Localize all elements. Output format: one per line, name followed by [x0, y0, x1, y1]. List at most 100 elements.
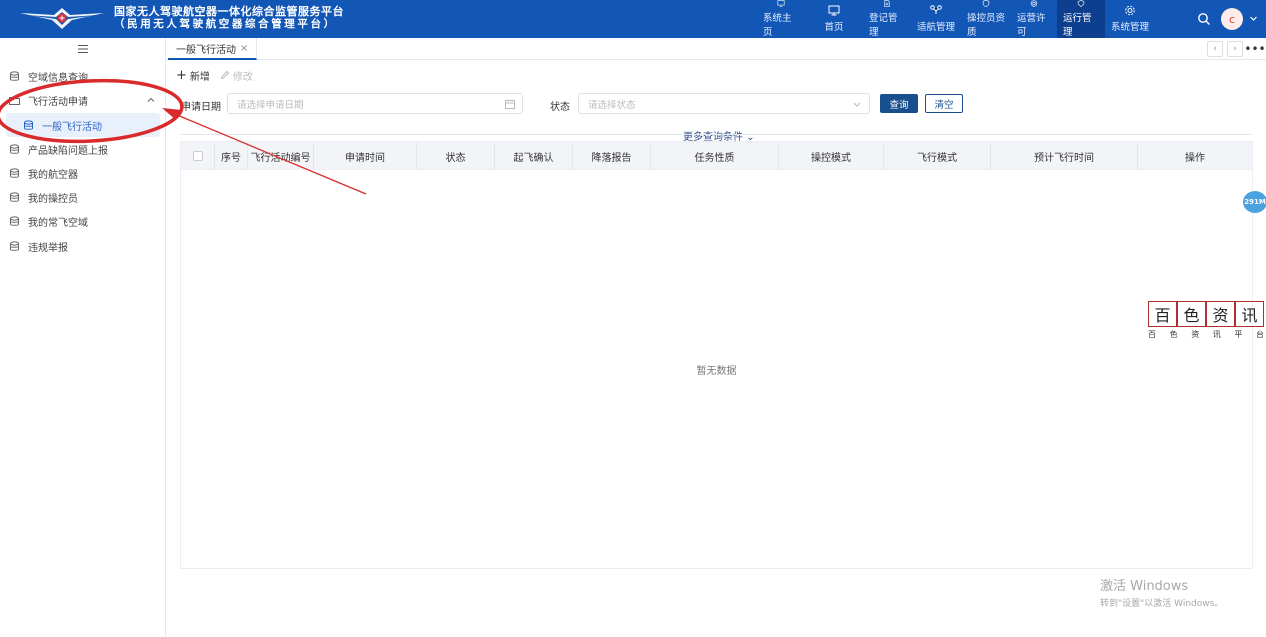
platform-title: 国家无人驾驶航空器一体化综合监管服务平台 （民用无人驾驶航空器综合管理平台）	[114, 5, 344, 31]
stamp-char: 资	[1206, 301, 1235, 327]
tab-more-button[interactable]: •••	[1244, 41, 1265, 57]
sidebar-item-my-aircraft[interactable]: 我的航空器	[0, 161, 165, 185]
nav-registration[interactable]: 登记管理	[863, 0, 911, 38]
title-line2: （民用无人驾驶航空器综合管理平台）	[114, 18, 337, 30]
database-icon	[10, 143, 19, 154]
status-label: 状态	[550, 102, 570, 113]
nav-operation-license[interactable]: 运营许可	[1011, 0, 1057, 38]
user-avatar[interactable]: c	[1221, 8, 1243, 30]
stamp-char: 色	[1177, 301, 1206, 327]
sidebar: 空域信息查询 飞行活动申请 一般飞行活动 产品缺陷问题上报 我的航空器 我的操控…	[0, 38, 166, 637]
tabs-bar: 一般飞行活动 × ‹ › •••	[166, 38, 1266, 60]
top-header: 国家无人驾驶航空器一体化综合监管服务平台 （民用无人驾驶航空器综合管理平台） 系…	[0, 0, 1266, 38]
menu-toggle-icon[interactable]	[77, 44, 89, 54]
nav-system-management[interactable]: 系统管理	[1105, 0, 1155, 38]
date-placeholder: 请选择申请日期	[237, 99, 304, 111]
column-header: 序号	[215, 142, 248, 170]
nav-label: 运营许可	[1017, 13, 1046, 38]
tab-next-button[interactable]: ›	[1227, 41, 1243, 57]
shield-icon	[982, 0, 990, 7]
nav-label: 适航管理	[917, 22, 956, 33]
stamp-sub-char: 台	[1255, 330, 1264, 339]
stamp-sub-char: 百	[1148, 330, 1156, 339]
add-button[interactable]: + 新增	[176, 68, 210, 83]
drone-icon	[930, 5, 942, 14]
edit-icon	[220, 70, 230, 80]
badge-icon	[1030, 0, 1038, 7]
plus-icon: +	[176, 67, 187, 83]
edit-button[interactable]: 修改	[220, 68, 253, 83]
folder-icon	[9, 96, 20, 105]
windows-activate-hint: 转到"设置"以激活 Windows。	[1100, 599, 1224, 609]
column-header: 申请时间	[314, 142, 417, 170]
tab-label: 一般飞行活动	[176, 44, 236, 56]
flight-activity-table: 序号 飞行活动编号 申请时间 状态 起飞确认 降落报告 任务性质 操控模式 飞行…	[180, 141, 1253, 569]
sidebar-item-flight-application[interactable]: 飞行活动申请	[0, 88, 165, 112]
status-select[interactable]: 请选择状态	[578, 93, 870, 114]
sidebar-item-airspace-query[interactable]: 空域信息查询	[0, 64, 165, 88]
nav-label: 系统管理	[1111, 22, 1150, 33]
sidebar-item-label: 空域信息查询	[28, 72, 88, 84]
nav-label: 操控员资质	[967, 13, 1006, 38]
stamp-sub-char: 讯	[1212, 330, 1221, 339]
stamp-char: 百	[1148, 301, 1177, 327]
tab-prev-button[interactable]: ‹	[1207, 41, 1223, 57]
desktop-icon	[828, 5, 840, 16]
gear-shield-icon	[1077, 0, 1085, 7]
nav-system-home[interactable]: 系统主页	[757, 0, 805, 38]
stamp-sub-char: 资	[1191, 330, 1200, 339]
nav-home[interactable]: 首页	[805, 0, 863, 38]
nav-operation-management[interactable]: 运行管理	[1057, 0, 1105, 38]
column-header: 起飞确认	[495, 142, 573, 170]
sidebar-item-label: 飞行活动申请	[28, 96, 88, 108]
nav-label: 运行管理	[1063, 13, 1092, 38]
nav-label: 登记管理	[869, 13, 898, 38]
date-input[interactable]: 请选择申请日期	[227, 93, 523, 114]
floating-badge[interactable]: 291M	[1243, 191, 1266, 213]
query-button[interactable]: 查询	[880, 94, 918, 113]
nav-airworthiness[interactable]: 适航管理	[911, 0, 961, 38]
calendar-icon	[505, 99, 515, 109]
stamp-sub-char: 平	[1234, 330, 1243, 339]
stamp-char: 讯	[1235, 301, 1264, 327]
sidebar-item-my-operators[interactable]: 我的操控员	[0, 185, 165, 209]
stamp-subtitle: 百 色 资 讯 平 台	[1148, 329, 1264, 340]
sidebar-item-violation-report[interactable]: 违规举报	[0, 234, 165, 258]
toolbar: + 新增 修改	[176, 66, 263, 84]
status-placeholder: 请选择状态	[588, 99, 636, 111]
clear-button[interactable]: 清空	[925, 94, 963, 113]
close-icon[interactable]: ×	[240, 43, 248, 54]
chevron-down-icon	[853, 102, 861, 107]
sidebar-item-label: 我的操控员	[28, 193, 78, 205]
column-header: 任务性质	[651, 142, 779, 170]
column-header: 飞行活动编号	[248, 142, 314, 170]
database-icon	[10, 191, 19, 202]
chevron-left-icon: ‹	[1213, 44, 1217, 54]
database-icon	[10, 240, 19, 251]
nav-operator-qualification[interactable]: 操控员资质	[961, 0, 1011, 38]
sidebar-item-label: 违规举报	[28, 242, 68, 254]
add-label: 新增	[189, 71, 210, 83]
tab-general-flight[interactable]: 一般飞行活动 ×	[168, 38, 258, 60]
document-icon	[884, 0, 890, 7]
edit-label: 修改	[232, 71, 253, 83]
sidebar-item-frequent-airspace[interactable]: 我的常飞空域	[0, 209, 165, 233]
sidebar-item-general-flight[interactable]: 一般飞行活动	[6, 113, 160, 137]
column-header: 操控模式	[779, 142, 884, 170]
database-icon	[24, 119, 33, 130]
sidebar-item-label: 我的航空器	[28, 169, 78, 181]
column-header: 飞行模式	[884, 142, 991, 170]
chevron-up-icon[interactable]	[147, 96, 155, 104]
nav-label: 系统主页	[763, 13, 792, 38]
column-header: 降落报告	[573, 142, 651, 170]
select-all-checkbox[interactable]	[192, 151, 203, 161]
stamp-logo: 百 色 资 讯	[1148, 301, 1264, 327]
cog-icon	[1125, 5, 1135, 16]
column-header: 操作	[1185, 152, 1205, 164]
sidebar-item-defect-report[interactable]: 产品缺陷问题上报	[0, 137, 165, 161]
filter-divider	[180, 134, 1252, 135]
search-icon[interactable]	[1197, 12, 1211, 26]
sidebar-item-label: 一般飞行活动	[42, 121, 102, 133]
chevron-down-icon[interactable]	[1249, 14, 1258, 23]
chevron-right-icon: ›	[1233, 44, 1237, 54]
